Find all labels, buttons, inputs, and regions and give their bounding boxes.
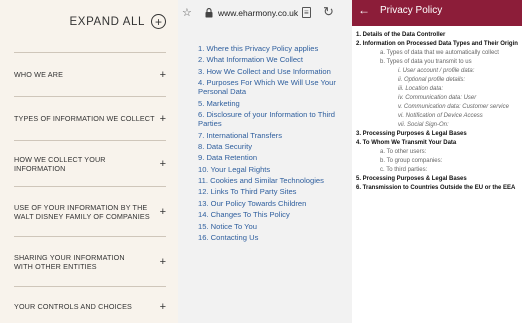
outline-item[interactable]: 3. Processing Purposes & Legal Bases — [352, 131, 522, 138]
page-title: Privacy Policy — [380, 5, 443, 16]
policy-link[interactable]: 14. Changes To This Policy — [198, 210, 348, 219]
expand-all-label: EXPAND ALL — [69, 15, 145, 28]
accordion-item-label: HOW WE COLLECT YOUR INFORMATION — [14, 154, 106, 173]
outline-subsubitem[interactable]: iv. Communication data: User — [352, 95, 522, 102]
app-panel: ← Privacy Policy 1. Details of the Data … — [352, 0, 522, 323]
plus-icon: + — [159, 300, 166, 313]
accordion-item-label: YOUR CONTROLS AND CHOICES — [14, 302, 132, 311]
policy-link[interactable]: 9. Data Retention — [198, 153, 348, 162]
outline-subitem[interactable]: a. To other users: — [352, 149, 522, 156]
outline-subsubitem[interactable]: vii. Social Sign-On: — [352, 122, 522, 129]
policy-link[interactable]: 6. Disclosure of your Information to Thi… — [198, 110, 348, 128]
accordion-item-sharing-information[interactable]: SHARING YOUR INFORMATION WITH OTHER ENTI… — [14, 236, 166, 286]
accordion-item-use-of-information[interactable]: USE OF YOUR INFORMATION BY THE WALT DISN… — [14, 186, 166, 236]
app-header-bar: ← Privacy Policy — [352, 0, 522, 26]
outline-subitem[interactable]: b. To group companies: — [352, 158, 522, 165]
accordion-item-how-we-collect[interactable]: HOW WE COLLECT YOUR INFORMATION + — [14, 140, 166, 186]
accordion-item-who-we-are[interactable]: WHO WE ARE + — [14, 52, 166, 96]
policy-link[interactable]: 10. Your Legal Rights — [198, 165, 348, 174]
outline-item[interactable]: 1. Details of the Data Controller — [352, 32, 522, 39]
browser-address-bar: ☆ www.eharmony.co.uk ≡ ↻ — [178, 0, 352, 28]
policy-contents-list: 1. Where this Privacy Policy applies 2. … — [198, 44, 348, 244]
policy-link[interactable]: 2. What Information We Collect — [198, 55, 348, 64]
back-arrow-icon[interactable]: ← — [358, 3, 370, 17]
bookmark-star-icon[interactable]: ☆ — [182, 6, 192, 19]
outline-subitem[interactable]: b. Types of data you transmit to us — [352, 59, 522, 66]
plus-circle-icon: + — [151, 14, 166, 29]
policy-link[interactable]: 11. Cookies and Similar Technologies — [198, 176, 348, 185]
reload-icon[interactable]: ↻ — [323, 4, 334, 20]
policy-link[interactable]: 3. How We Collect and Use Information — [198, 67, 348, 76]
lock-icon — [205, 8, 213, 18]
outline-item[interactable]: 2. Information on Processed Data Types a… — [352, 41, 522, 48]
url-text[interactable]: www.eharmony.co.uk — [218, 8, 298, 18]
policy-link[interactable]: 1. Where this Privacy Policy applies — [198, 44, 348, 53]
policy-link[interactable]: 4. Purposes For Which We Will Use Your P… — [198, 78, 348, 96]
outline-subsubitem[interactable]: i. User account / profile data: — [352, 68, 522, 75]
outline-item[interactable]: 4. To Whom We Transmit Your Data — [352, 140, 522, 147]
policy-link[interactable]: 15. Notice To You — [198, 222, 348, 231]
plus-icon: + — [159, 157, 166, 170]
accordion-panel: EXPAND ALL + WHO WE ARE + TYPES OF INFOR… — [0, 0, 178, 323]
tabs-icon[interactable]: ≡ — [302, 7, 311, 18]
expand-all-button[interactable]: EXPAND ALL + — [70, 14, 166, 29]
policy-link[interactable]: 7. International Transfers — [198, 131, 348, 140]
outline-subitem[interactable]: c. To third parties: — [352, 167, 522, 174]
outline-subsubitem[interactable]: ii. Optional profile details: — [352, 77, 522, 84]
policy-link[interactable]: 12. Links To Third Party Sites — [198, 187, 348, 196]
policy-link[interactable]: 16. Contacting Us — [198, 233, 348, 242]
outline-subsubitem[interactable]: v. Communication data: Customer service — [352, 104, 522, 111]
accordion-item-label: USE OF YOUR INFORMATION BY THE WALT DISN… — [14, 202, 150, 221]
accordion-item-label: SHARING YOUR INFORMATION WITH OTHER ENTI… — [14, 252, 125, 271]
accordion-item-your-controls[interactable]: YOUR CONTROLS AND CHOICES + — [14, 286, 166, 323]
plus-icon: + — [159, 205, 166, 218]
accordion-item-label: WHO WE ARE — [14, 70, 64, 79]
accordion-item-label: TYPES OF INFORMATION WE COLLECT — [14, 114, 155, 123]
outline-item[interactable]: 6. Transmission to Countries Outside the… — [352, 185, 522, 192]
outline-subsubitem[interactable]: iii. Location data: — [352, 86, 522, 93]
outline-subsubitem[interactable]: vi. Notification of Device Access — [352, 113, 522, 120]
plus-icon: + — [159, 255, 166, 268]
accordion-item-types-of-information[interactable]: TYPES OF INFORMATION WE COLLECT + — [14, 96, 166, 140]
policy-link[interactable]: 8. Data Security — [198, 142, 348, 151]
plus-icon: + — [159, 68, 166, 81]
policy-outline: 1. Details of the Data Controller 2. Inf… — [352, 32, 522, 194]
outline-item[interactable]: 5. Processing Purposes & Legal Bases — [352, 176, 522, 183]
policy-link[interactable]: 13. Our Policy Towards Children — [198, 199, 348, 208]
policy-link[interactable]: 5. Marketing — [198, 99, 348, 108]
browser-panel: ☆ www.eharmony.co.uk ≡ ↻ 1. Where this P… — [178, 0, 352, 323]
plus-icon: + — [159, 112, 166, 125]
outline-subitem[interactable]: a. Types of data that we automatically c… — [352, 50, 522, 57]
